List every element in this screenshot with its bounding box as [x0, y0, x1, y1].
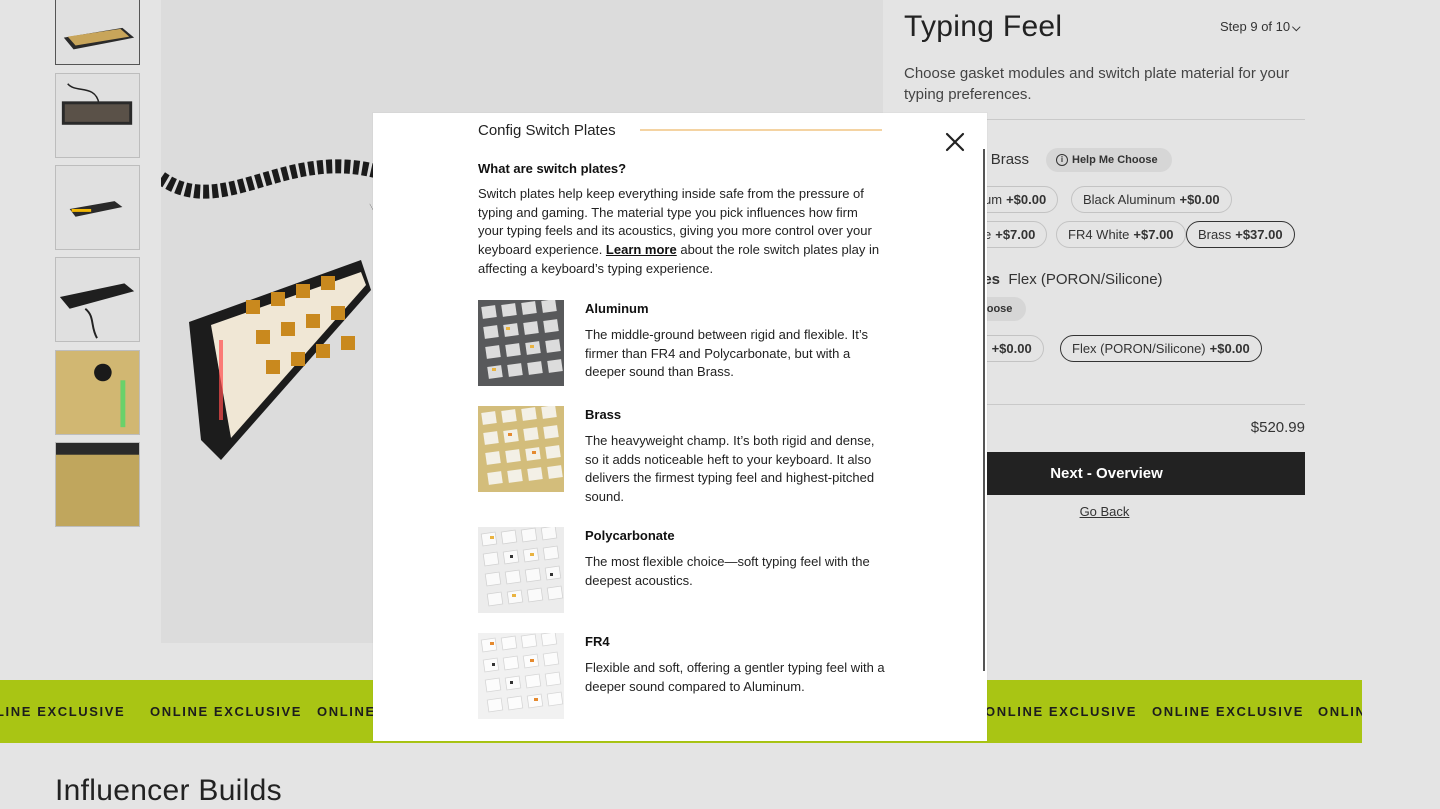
gasket-group-selected: Flex (PORON/Silicone)	[1008, 271, 1163, 288]
plate-name: Polycarbonate	[585, 528, 675, 543]
banner-item: ONLINE EXCLUSIVE	[150, 704, 303, 719]
banner-item: ONLINE EXCLUSIVE	[985, 704, 1138, 719]
fr4-plate-image	[478, 633, 564, 719]
chip-label: FR4 White	[1068, 227, 1130, 242]
total-price: $520.99	[1250, 419, 1305, 436]
plate-description: The most flexible choice—soft typing fee…	[585, 554, 870, 588]
step-label: Step 9 of 10	[1220, 19, 1291, 34]
switch-plates-modal: Config Switch Plates What are switch pla…	[373, 113, 987, 741]
gasket-group-label: ules Flex (PORON/Silicone)	[970, 271, 1163, 288]
close-icon[interactable]	[943, 130, 967, 154]
banner-item: LINE EXCLUSIVE	[0, 704, 126, 719]
learn-more-link[interactable]: Learn more	[606, 242, 677, 257]
thumbnail-keyboard-closeup[interactable]	[55, 442, 140, 527]
plate-option-black-aluminum[interactable]: Black Aluminum +$0.00	[1071, 186, 1232, 213]
plate-name: FR4	[585, 634, 610, 649]
modal-scrollbar[interactable]	[983, 149, 985, 671]
plate-group-selected: Brass	[990, 151, 1030, 168]
chip-price: +$0.00	[1179, 192, 1220, 207]
step-dropdown[interactable]: Step 9 of 10 ⌵	[1220, 19, 1300, 35]
section-title: Influencer Builds	[55, 774, 282, 807]
chip-price: +$37.00	[1235, 227, 1283, 242]
config-description: Choose gasket modules and switch plate m…	[904, 65, 1290, 103]
plate-description: The middle-ground between rigid and flex…	[585, 327, 869, 380]
plate-description: The heavyweight champ. It’s both rigid a…	[585, 433, 875, 505]
modal-question: What are switch plates?	[478, 161, 627, 176]
thumbnail-keyboard-cable[interactable]	[55, 73, 140, 158]
polycarbonate-plate-image	[478, 527, 564, 613]
chip-price: +$7.00	[995, 227, 1036, 242]
chip-label: Black Aluminum	[1083, 192, 1176, 207]
gasket-option-flex[interactable]: Flex (PORON/Silicone) +$0.00	[1060, 335, 1262, 362]
plate-name: Aluminum	[585, 301, 649, 316]
plate-option-brass[interactable]: Brass +$37.00	[1186, 221, 1295, 248]
brass-plate-image	[478, 406, 564, 492]
chip-price: +$7.00	[1133, 227, 1174, 242]
plate-description: Flexible and soft, offering a gentler ty…	[585, 660, 885, 694]
title-accent-line	[640, 129, 882, 131]
thumbnail-keyboard-bottom[interactable]	[55, 257, 140, 342]
chip-label: Flex (PORON/Silicone)	[1072, 341, 1206, 356]
info-icon: i	[1056, 154, 1068, 166]
banner-item: ONLINE	[317, 704, 376, 719]
chip-label: Brass	[1198, 227, 1232, 242]
thumbnail-keyboard-knob[interactable]	[55, 350, 140, 435]
aluminum-plate-image	[478, 300, 564, 386]
help-me-choose-button[interactable]: i Help Me Choose	[1046, 148, 1172, 172]
thumbnail-keyboard-side[interactable]	[55, 165, 140, 250]
banner-item: ONLIN	[1318, 704, 1362, 719]
chip-price: +$0.00	[1209, 341, 1250, 356]
thumbnail-keyboard-top[interactable]	[55, 0, 140, 65]
chip-price: +$0.00	[1006, 192, 1047, 207]
plate-option-fr4-white[interactable]: FR4 White +$7.00	[1056, 221, 1186, 248]
chip-price: +$0.00	[991, 341, 1032, 356]
banner-item: ONLINE EXCLUSIVE	[1152, 704, 1305, 719]
chevron-down-icon: ⌵	[1292, 22, 1301, 34]
help-label: Help Me Choose	[1072, 154, 1158, 166]
modal-title: Config Switch Plates	[478, 122, 616, 139]
modal-intro: Switch plates help keep everything insid…	[478, 185, 883, 279]
page-title: Typing Feel	[904, 10, 1063, 43]
plate-name: Brass	[585, 407, 622, 422]
